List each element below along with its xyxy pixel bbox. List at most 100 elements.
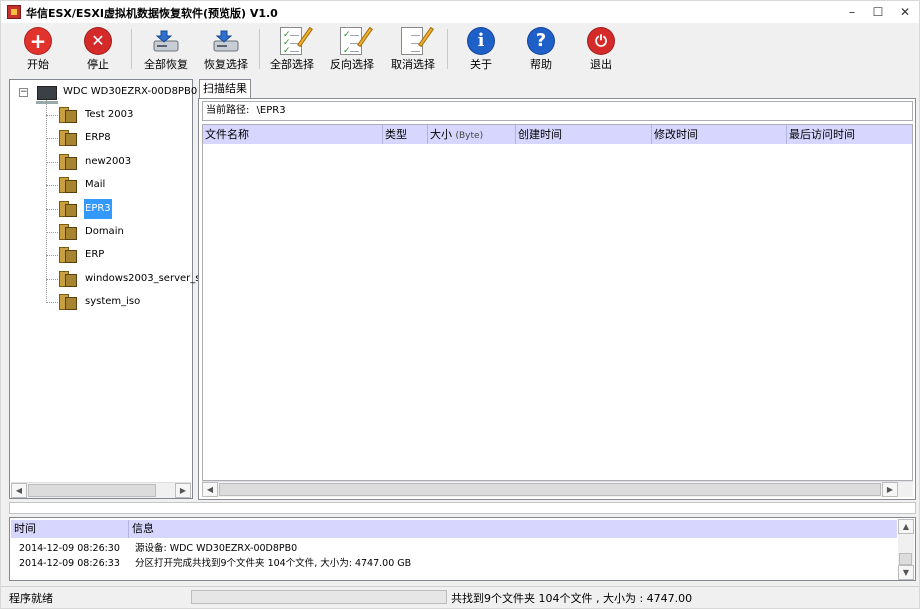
collapse-icon[interactable]: −	[19, 88, 28, 97]
log-message: 分区打开完成共找到9个文件夹 104个文件, 大小为: 4747.00 GB	[135, 558, 412, 569]
column-last-accessed[interactable]: 最后访问时间	[787, 125, 912, 144]
status-ready: 程序就绪	[9, 592, 53, 605]
tab-scan-results[interactable]: 扫描结果	[199, 79, 251, 99]
scroll-down-arrow[interactable]: ▼	[898, 565, 914, 580]
about-button[interactable]: i 关于	[453, 25, 509, 71]
log-panel[interactable]: 时间 信息 2014-12-09 08:26:30 源设备: WDC WD30E…	[9, 517, 916, 581]
file-list-horizontal-scrollbar[interactable]: ◀ ▶	[202, 481, 913, 497]
checklist-clear-icon	[401, 26, 434, 55]
tree-item-label: Mail	[85, 179, 106, 191]
file-list[interactable]: 文件名称 类型 大小 (Byte) 创建时间 修改时间 最后访问时间	[202, 124, 913, 481]
tree-root[interactable]: − WDC WD30EZRX-00D8PB0	[10, 82, 197, 104]
tree-item[interactable]: Test 2003	[10, 105, 192, 125]
tree-connector	[46, 115, 58, 116]
current-path-bar: 当前路径: \EPR3	[202, 101, 913, 121]
cancel-selection-label: 取消选择	[391, 58, 435, 71]
log-column-info[interactable]: 信息	[129, 520, 897, 538]
toolbar-separator	[131, 29, 132, 69]
column-size[interactable]: 大小 (Byte)	[428, 125, 516, 144]
progress-bar	[191, 590, 447, 604]
folder-icon	[59, 294, 77, 311]
scroll-right-arrow[interactable]: ▶	[175, 483, 191, 498]
folder-icon	[59, 270, 77, 287]
tree-item[interactable]: Mail	[10, 175, 192, 195]
tree-item[interactable]: ERP	[10, 245, 192, 265]
scroll-left-arrow[interactable]: ◀	[202, 482, 218, 497]
invert-selection-label: 反向选择	[330, 58, 374, 71]
recover-all-button[interactable]: 全部恢复	[138, 25, 194, 71]
tree-item-label: EPR3	[84, 198, 112, 219]
window-title: 华信ESX/ESXI虚拟机数据恢复软件(预览版) V1.0	[26, 7, 278, 20]
tree-connector	[46, 185, 58, 187]
log-header: 时间 信息	[11, 520, 897, 538]
column-type[interactable]: 类型	[383, 125, 428, 144]
folder-icon	[59, 153, 77, 170]
folder-icon	[59, 130, 77, 147]
log-column-time[interactable]: 时间	[11, 520, 129, 538]
scroll-right-arrow[interactable]: ▶	[882, 482, 898, 497]
tree-connector	[46, 161, 58, 163]
column-modified[interactable]: 修改时间	[652, 125, 787, 144]
scroll-thumb[interactable]	[219, 483, 881, 496]
cancel-selection-button[interactable]: 取消选择	[385, 25, 441, 71]
stop-x-icon: ✕	[84, 27, 112, 55]
about-label: 关于	[470, 58, 492, 71]
panel-splitter[interactable]	[9, 502, 916, 514]
minimize-button[interactable]: –	[839, 1, 865, 23]
recover-selected-button[interactable]: 恢复选择	[198, 25, 254, 71]
column-created[interactable]: 创建时间	[516, 125, 652, 144]
folder-icon	[59, 247, 77, 264]
checklist-invert-icon: ✓ ✓	[340, 26, 373, 56]
tree-item[interactable]: system_iso	[10, 292, 192, 312]
exit-label: 退出	[590, 58, 612, 71]
folder-tree[interactable]: − WDC WD30EZRX-00D8PB0 Test 2003 ERP8 new2…	[9, 79, 207, 499]
log-time: 2014-12-09 08:26:30	[19, 543, 120, 554]
folder-icon	[59, 107, 77, 123]
stop-button[interactable]: ✕ 停止	[70, 25, 126, 71]
log-vertical-scrollbar[interactable]: ▲ ▼	[898, 519, 914, 580]
tree-horizontal-scrollbar[interactable]: ◀ ▶	[11, 482, 191, 498]
tree-item[interactable]: EPR3	[10, 198, 192, 219]
tree-root-label: WDC WD30EZRX-00D8PB0	[63, 86, 198, 97]
tree-item[interactable]: new2003	[10, 152, 192, 172]
column-file-name[interactable]: 文件名称	[203, 125, 383, 144]
title-bar: 华信ESX/ESXI虚拟机数据恢复软件(预览版) V1.0 – ☐ ✕	[1, 1, 919, 23]
close-button[interactable]: ✕	[892, 1, 918, 23]
tree-item[interactable]: Domain	[10, 222, 192, 242]
current-path-label: 当前路径:	[206, 105, 250, 116]
status-bar: 程序就绪 共找到9个文件夹 104个文件 , 大小为 : 4747.00	[1, 586, 919, 608]
plus-icon: +	[24, 27, 52, 55]
scroll-up-arrow[interactable]: ▲	[898, 519, 914, 534]
drive-recover-icon	[153, 30, 179, 52]
toolbar-separator	[447, 29, 448, 69]
maximize-button[interactable]: ☐	[865, 1, 891, 23]
select-all-label: 全部选择	[270, 58, 314, 71]
select-all-button[interactable]: ✓ ✓ ✓ 全部选择	[264, 25, 320, 71]
current-path-value: \EPR3	[256, 105, 286, 116]
file-list-header: 文件名称 类型 大小 (Byte) 创建时间 修改时间 最后访问时间	[203, 125, 912, 144]
tree-connector	[46, 138, 58, 140]
tree-item-label: Test 2003	[85, 109, 134, 120]
folder-icon	[59, 200, 77, 217]
tree-item-label: system_iso	[85, 296, 141, 308]
column-size-unit: (Byte)	[455, 131, 484, 141]
tree-item-label: ERP	[85, 249, 105, 261]
app-logo-icon	[7, 5, 21, 19]
scroll-left-arrow[interactable]: ◀	[11, 483, 27, 498]
scroll-thumb[interactable]	[899, 553, 912, 565]
tree-connector	[46, 232, 58, 233]
info-icon: i	[467, 27, 495, 55]
tree-item[interactable]: windows2003_server_sp	[10, 269, 207, 289]
column-size-label: 大小	[430, 128, 452, 141]
tree-item[interactable]: ERP8	[10, 128, 192, 148]
start-button[interactable]: + 开始	[10, 25, 66, 71]
scroll-thumb[interactable]	[28, 484, 156, 497]
invert-selection-button[interactable]: ✓ ✓ 反向选择	[324, 25, 380, 71]
recover-selected-label: 恢复选择	[204, 58, 248, 71]
tree-item-label: new2003	[85, 155, 132, 167]
recover-all-label: 全部恢复	[144, 58, 188, 71]
exit-button[interactable]: ⏻ 退出	[573, 25, 629, 71]
help-button[interactable]: ? 帮助	[513, 25, 569, 71]
status-summary: 共找到9个文件夹 104个文件 , 大小为 : 4747.00	[451, 592, 693, 605]
log-time: 2014-12-09 08:26:33	[19, 558, 120, 569]
